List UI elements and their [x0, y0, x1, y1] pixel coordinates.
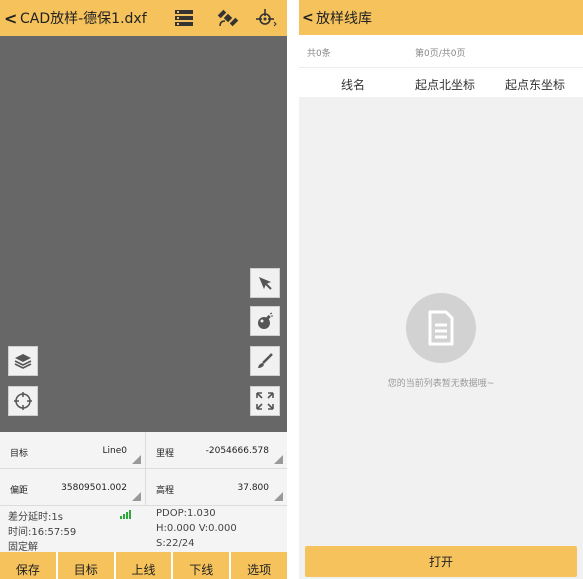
back-icon[interactable]: <	[302, 10, 316, 26]
cad-stakeout-screen: < CAD放样-德保1.dxf 目标 Line0 里程 -2054666.578…	[0, 0, 287, 579]
library-header: < 放样线库	[299, 0, 583, 35]
target-button[interactable]: 目标	[57, 552, 114, 579]
cad-map-canvas[interactable]	[0, 36, 287, 432]
dropdown-corner-icon	[132, 455, 141, 464]
divider	[145, 432, 146, 506]
page-title: 放样线库	[316, 10, 372, 27]
brush-icon[interactable]	[250, 346, 280, 376]
page-indicator: 第0页/共0页	[415, 49, 466, 59]
stakeout-info-panel: 目标 Line0 里程 -2054666.578 偏距 35809501.002…	[0, 432, 287, 553]
diff-delay-text: 差分延时:1s	[8, 512, 63, 523]
back-icon[interactable]: <	[4, 9, 20, 28]
elevation-value: 37.800	[237, 483, 270, 493]
target-field[interactable]: 目标 Line0	[0, 432, 145, 469]
mileage-value: -2054666.578	[205, 446, 269, 456]
cursor-arrow-icon[interactable]	[250, 268, 280, 298]
save-button[interactable]: 保存	[0, 552, 56, 579]
next-line-button[interactable]: 下线	[173, 552, 230, 579]
crosshair-target-icon[interactable]	[254, 6, 278, 30]
mileage-field[interactable]: 里程 -2054666.578	[146, 432, 287, 469]
target-label: 目标	[10, 449, 29, 459]
locate-crosshair-icon[interactable]	[8, 386, 38, 416]
offset-value: 35809501.002	[61, 483, 127, 493]
target-value: Line0	[102, 446, 127, 456]
elevation-label: 高程	[156, 486, 175, 496]
offset-label: 偏距	[10, 486, 29, 496]
options-button[interactable]: 选项	[231, 552, 287, 579]
column-header-start-east: 起点东坐标	[505, 78, 566, 92]
menu-icon[interactable]	[172, 6, 196, 30]
line-library-screen: < 放样线库 共0条 第0页/共0页 线名 起点北坐标 起点东坐标 您的当前列表…	[299, 0, 583, 579]
dropdown-corner-icon	[274, 492, 283, 501]
hv-precision-text: H:0.000 V:0.000	[156, 523, 237, 534]
pdop-text: PDOP:1.030	[156, 508, 216, 519]
column-header-line-name: 线名	[341, 78, 366, 92]
elevation-field[interactable]: 高程 37.800	[146, 469, 287, 506]
pagination-bar: 共0条 第0页/共0页	[299, 35, 583, 67]
previous-line-button[interactable]: 上线	[115, 552, 172, 579]
layers-icon[interactable]	[8, 346, 38, 376]
table-header: 线名 起点北坐标 起点东坐标	[299, 67, 583, 97]
satellites-text: S:22/24	[156, 538, 195, 549]
dropdown-corner-icon	[132, 492, 141, 501]
fit-extent-icon[interactable]	[250, 386, 280, 416]
cad-header: < CAD放样-德保1.dxf	[0, 0, 287, 36]
time-text: 时间:16:57:59	[8, 527, 77, 538]
offset-field[interactable]: 偏距 35809501.002	[0, 469, 145, 506]
total-count: 共0条	[307, 49, 331, 59]
satellite-icon[interactable]	[216, 6, 240, 30]
document-icon	[406, 293, 476, 363]
page-title: CAD放样-德保1.dxf	[20, 11, 147, 27]
open-button[interactable]: 打开	[305, 546, 577, 577]
mileage-label: 里程	[156, 449, 175, 459]
empty-state-text: 您的当前列表暂无数据哦~	[387, 379, 495, 389]
dropdown-corner-icon	[274, 455, 283, 464]
column-header-start-north: 起点北坐标	[415, 78, 476, 92]
bomb-icon[interactable]	[250, 306, 280, 336]
signal-strength-icon	[120, 510, 131, 519]
solution-text: 固定解	[8, 542, 38, 553]
bottom-toolbar: 保存 目标 上线 下线 选项	[0, 552, 287, 579]
